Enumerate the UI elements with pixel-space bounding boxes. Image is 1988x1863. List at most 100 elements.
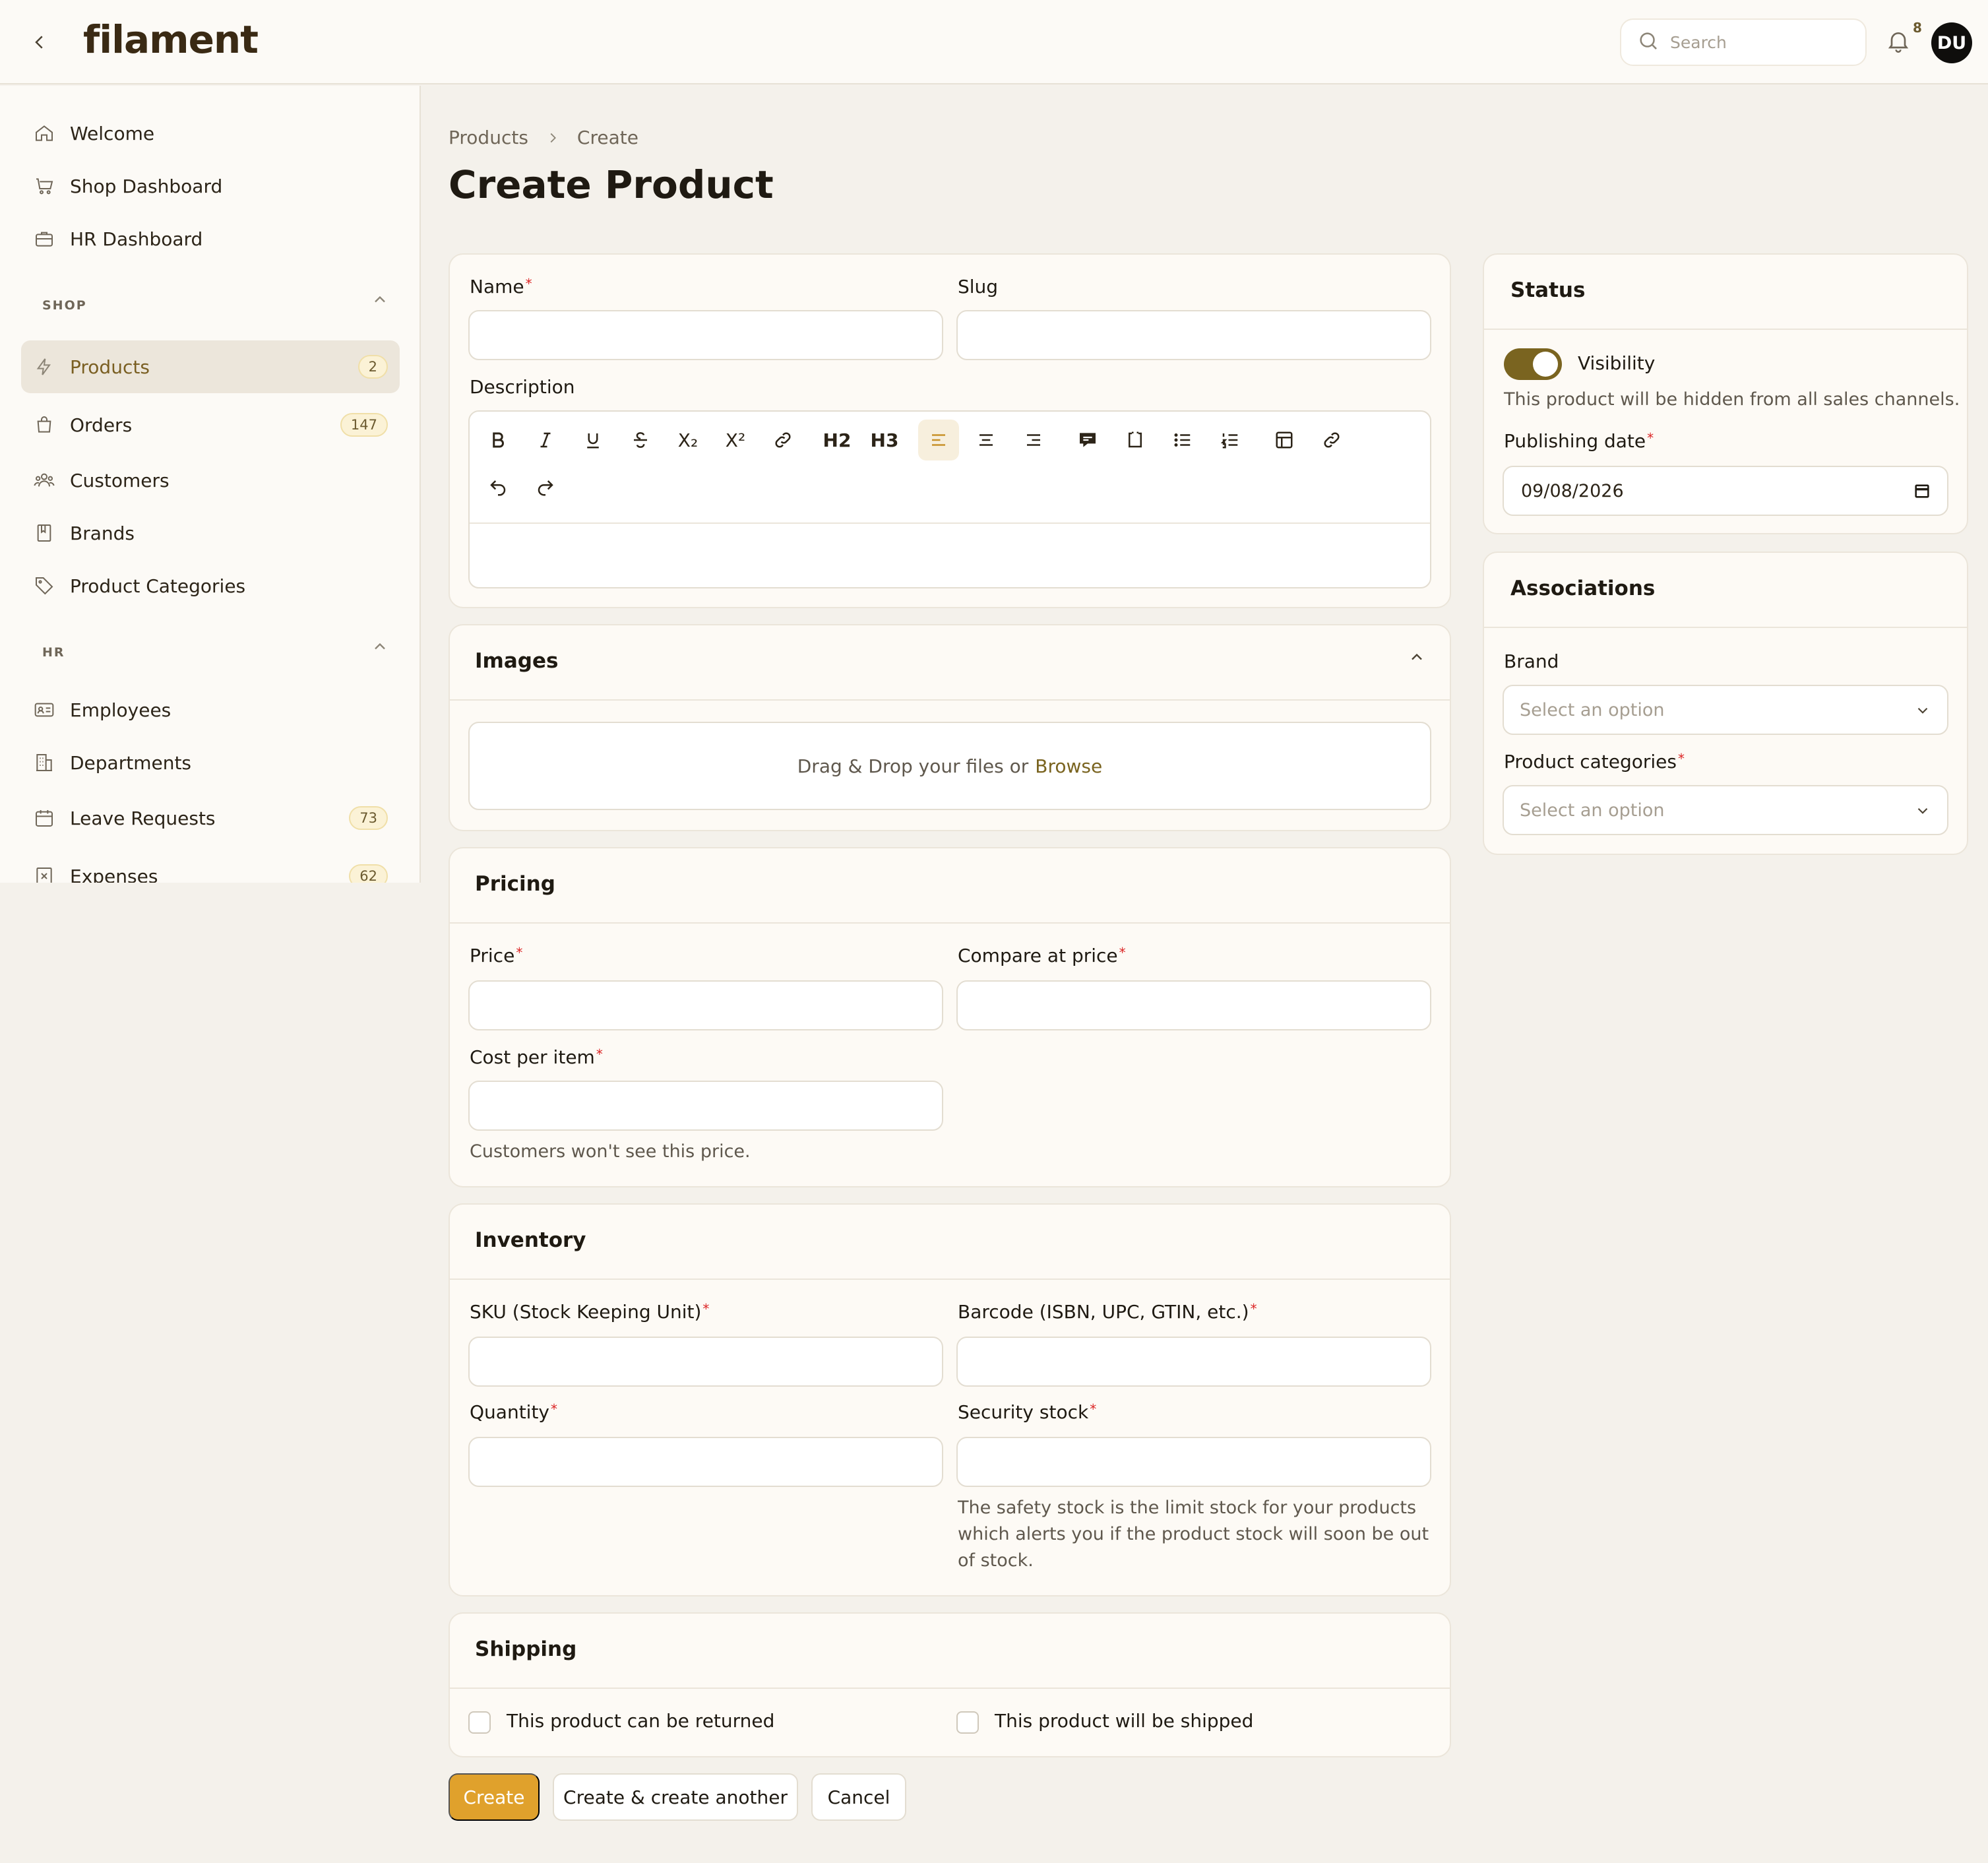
superscript-icon[interactable]: X² xyxy=(715,420,756,460)
strikethrough-icon[interactable] xyxy=(620,420,661,460)
visibility-label: Visibility xyxy=(1578,352,1656,374)
sidebar-item-leave-requests[interactable]: Leave Requests 73 xyxy=(21,792,400,844)
name-field[interactable] xyxy=(468,310,943,360)
compare-price-field[interactable] xyxy=(956,980,1431,1030)
cancel-button[interactable]: Cancel xyxy=(811,1773,906,1821)
slug-input[interactable] xyxy=(958,311,1430,359)
sidebar-item-employees[interactable]: Employees xyxy=(21,683,400,736)
sidebar-item-shop-dashboard[interactable]: Shop Dashboard xyxy=(21,160,400,212)
underline-icon[interactable] xyxy=(573,420,613,460)
chevron-right-icon xyxy=(545,131,560,145)
sidebar-item-hr-dashboard[interactable]: HR Dashboard xyxy=(21,212,400,265)
card-divider xyxy=(450,922,1450,924)
sidebar-item-welcome[interactable]: Welcome xyxy=(21,107,400,160)
search-input[interactable] xyxy=(1670,32,1855,52)
sidebar-item-customers[interactable]: Customers xyxy=(21,454,400,507)
chevron-up-icon[interactable] xyxy=(1408,648,1426,669)
cost-input[interactable] xyxy=(470,1082,942,1129)
link-icon[interactable] xyxy=(762,420,803,460)
create-another-button[interactable]: Create & create another xyxy=(553,1773,798,1821)
app-logo[interactable]: filament xyxy=(83,17,259,62)
table-icon[interactable] xyxy=(1264,420,1305,460)
barcode-field[interactable] xyxy=(956,1337,1431,1387)
quantity-field[interactable] xyxy=(468,1437,943,1487)
file-dropzone[interactable]: Drag & Drop your files or Browse xyxy=(468,722,1431,810)
back-icon[interactable] xyxy=(26,29,53,55)
tag-icon xyxy=(33,575,55,597)
visibility-toggle[interactable] xyxy=(1504,348,1562,380)
sidebar: Welcome Shop Dashboard HR Dashboard SHOP… xyxy=(0,86,421,883)
calendar-icon xyxy=(33,807,55,829)
sidebar-item-product-categories[interactable]: Product Categories xyxy=(21,559,400,612)
sidebar-item-products[interactable]: Products 2 xyxy=(21,340,400,393)
cost-field[interactable] xyxy=(468,1081,943,1131)
brand-select[interactable]: Select an option xyxy=(1503,685,1948,735)
price-input[interactable] xyxy=(470,982,942,1029)
receipt-icon xyxy=(33,865,55,883)
quantity-label: Quantity * xyxy=(470,1401,557,1423)
redo-icon[interactable] xyxy=(525,467,566,508)
barcode-input[interactable] xyxy=(958,1338,1430,1385)
bag-icon xyxy=(33,414,55,436)
cost-label: Cost per item * xyxy=(470,1046,603,1068)
price-field[interactable] xyxy=(468,980,943,1030)
sidebar-item-label: Customers xyxy=(70,469,170,491)
categories-select[interactable]: Select an option xyxy=(1503,785,1948,835)
chevron-up-icon[interactable] xyxy=(371,637,390,657)
slug-field[interactable] xyxy=(956,310,1431,360)
security-stock-label: Security stock * xyxy=(958,1401,1097,1423)
security-stock-hint: The safety stock is the limit stock for … xyxy=(958,1498,1429,1571)
global-search[interactable] xyxy=(1620,18,1867,66)
card-divider xyxy=(1484,627,1967,628)
shipped-label: This product will be shipped xyxy=(995,1710,1254,1732)
top-bar: filament 8 DU xyxy=(0,0,1988,84)
security-stock-field[interactable] xyxy=(956,1437,1431,1487)
align-center-icon[interactable] xyxy=(966,420,1007,460)
italic-icon[interactable] xyxy=(525,420,566,460)
sku-field[interactable] xyxy=(468,1337,943,1387)
security-stock-input[interactable] xyxy=(958,1438,1430,1486)
subscript-icon[interactable]: X₂ xyxy=(668,420,708,460)
bold-icon[interactable] xyxy=(478,420,518,460)
align-right-icon[interactable] xyxy=(1013,420,1054,460)
sidebar-item-departments[interactable]: Departments xyxy=(21,736,400,789)
bell-icon[interactable] xyxy=(1885,28,1914,57)
shipped-checkbox[interactable] xyxy=(956,1711,979,1734)
align-left-icon[interactable] xyxy=(918,420,959,460)
sidebar-item-orders[interactable]: Orders 147 xyxy=(21,398,400,451)
building-icon xyxy=(33,751,55,774)
quantity-input[interactable] xyxy=(470,1438,942,1486)
returnable-checkbox[interactable] xyxy=(468,1711,491,1734)
heading-3-icon[interactable]: H3 xyxy=(864,420,905,460)
sidebar-item-label: Shop Dashboard xyxy=(70,175,223,197)
heading-2-icon[interactable]: H2 xyxy=(817,420,857,460)
rich-editor[interactable]: X₂ X² H2 H3 xyxy=(468,410,1431,588)
name-input[interactable] xyxy=(470,311,942,359)
avatar[interactable]: DU xyxy=(1931,22,1972,63)
publishing-date-field[interactable]: 09/08/2026 xyxy=(1503,466,1948,516)
cart-icon xyxy=(33,175,55,197)
blockquote-icon[interactable] xyxy=(1067,420,1108,460)
home-icon xyxy=(33,122,55,144)
code-block-icon[interactable] xyxy=(1115,420,1156,460)
browse-link[interactable]: Browse xyxy=(1035,755,1102,777)
editor-divider xyxy=(470,522,1430,524)
attach-link-icon[interactable] xyxy=(1311,420,1352,460)
calendar-icon[interactable] xyxy=(1913,482,1931,503)
sidebar-item-expenses[interactable]: Expenses 62 xyxy=(21,850,400,883)
create-button[interactable]: Create xyxy=(449,1773,540,1821)
barcode-label: Barcode (ISBN, UPC, GTIN, etc.) * xyxy=(958,1301,1257,1323)
id-card-icon xyxy=(33,699,55,721)
description-label: Description xyxy=(470,376,575,398)
breadcrumb-products[interactable]: Products xyxy=(449,127,528,148)
count-badge: 73 xyxy=(349,806,388,830)
bullet-list-icon[interactable] xyxy=(1162,420,1203,460)
sku-input[interactable] xyxy=(470,1338,942,1385)
sidebar-item-brands[interactable]: Brands xyxy=(21,507,400,559)
ordered-list-icon[interactable] xyxy=(1210,420,1251,460)
compare-price-label: Compare at price * xyxy=(958,945,1126,966)
slug-label: Slug xyxy=(958,276,999,298)
compare-price-input[interactable] xyxy=(958,982,1430,1029)
chevron-up-icon[interactable] xyxy=(371,290,390,310)
undo-icon[interactable] xyxy=(478,467,518,508)
